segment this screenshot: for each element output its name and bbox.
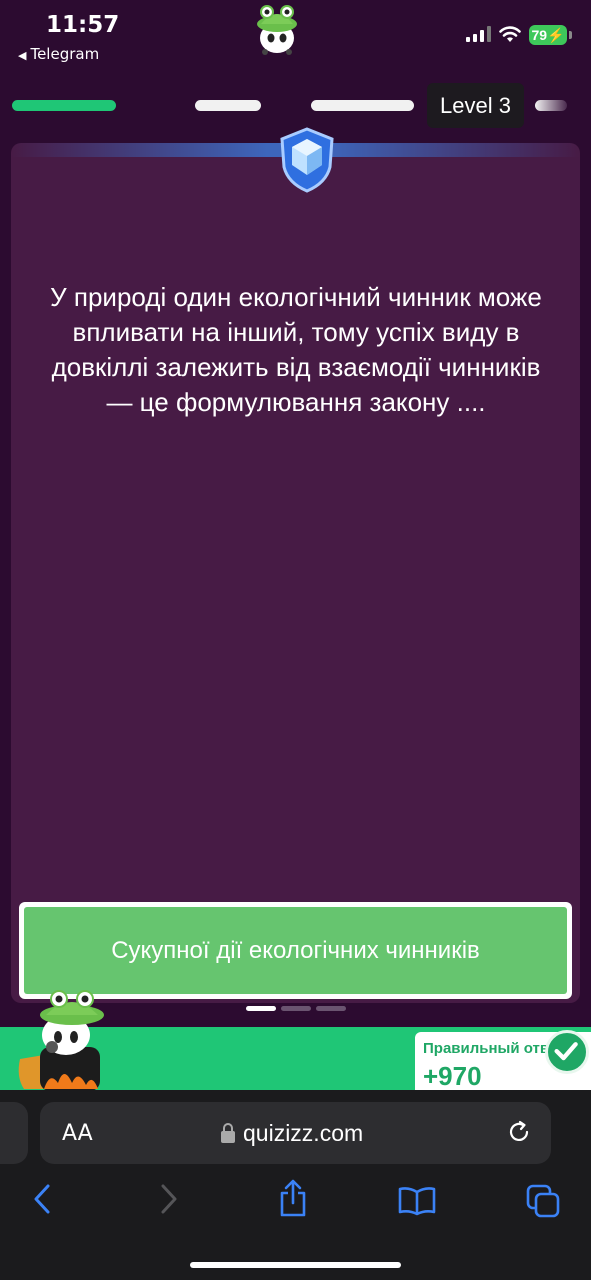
status-time: 11:57 <box>46 12 120 38</box>
answer-option-label: Сукупної дії екологічних чинників <box>24 907 567 994</box>
previous-tab-preview[interactable] <box>0 1102 28 1164</box>
battery-level: 79 <box>531 27 548 43</box>
text-size-button[interactable]: AA <box>62 1121 93 1146</box>
bookmarks-icon[interactable] <box>398 1186 436 1216</box>
forward-chevron-icon[interactable] <box>157 1182 181 1216</box>
question-progress-bar: Level 3 <box>0 80 591 132</box>
reload-icon[interactable] <box>506 1119 532 1145</box>
page-dot-active <box>246 1006 276 1011</box>
frog-hat-mascot-icon <box>257 5 297 55</box>
page-dot <box>281 1006 311 1011</box>
score-label: Правильный ответ <box>423 1040 565 1057</box>
back-chevron-icon[interactable] <box>30 1182 54 1216</box>
back-to-telegram-link[interactable]: ◀ Telegram <box>18 45 99 63</box>
lock-icon <box>221 1123 235 1143</box>
progress-segment <box>311 100 414 111</box>
battery-indicator: 79⚡ <box>529 25 572 45</box>
url-text[interactable]: quizizz.com <box>243 1120 363 1147</box>
share-icon[interactable] <box>278 1178 308 1218</box>
tabs-icon[interactable] <box>526 1184 560 1218</box>
back-app-label: Telegram <box>30 45 100 63</box>
page-dot <box>316 1006 346 1011</box>
wifi-icon <box>499 26 521 42</box>
progress-segment <box>195 100 261 111</box>
back-triangle-icon: ◀ <box>18 49 27 62</box>
question-card <box>11 143 580 1003</box>
screen: 11:57 ◀ Telegram 79⚡ Level 3 У природі о… <box>0 0 591 1280</box>
level-badge: Level 3 <box>427 83 524 128</box>
player-avatar-icon <box>18 990 104 1091</box>
progress-segment-done <box>12 100 116 111</box>
shield-powerup-icon <box>280 127 334 193</box>
checkmark-icon <box>545 1030 589 1074</box>
cellular-signal-icon <box>466 26 491 42</box>
charging-bolt-icon: ⚡ <box>547 27 565 43</box>
home-indicator <box>190 1262 401 1268</box>
question-text: У природі один екологічний чинник може в… <box>50 282 542 417</box>
progress-segment <box>535 100 567 111</box>
score-points: +970 <box>423 1061 482 1091</box>
